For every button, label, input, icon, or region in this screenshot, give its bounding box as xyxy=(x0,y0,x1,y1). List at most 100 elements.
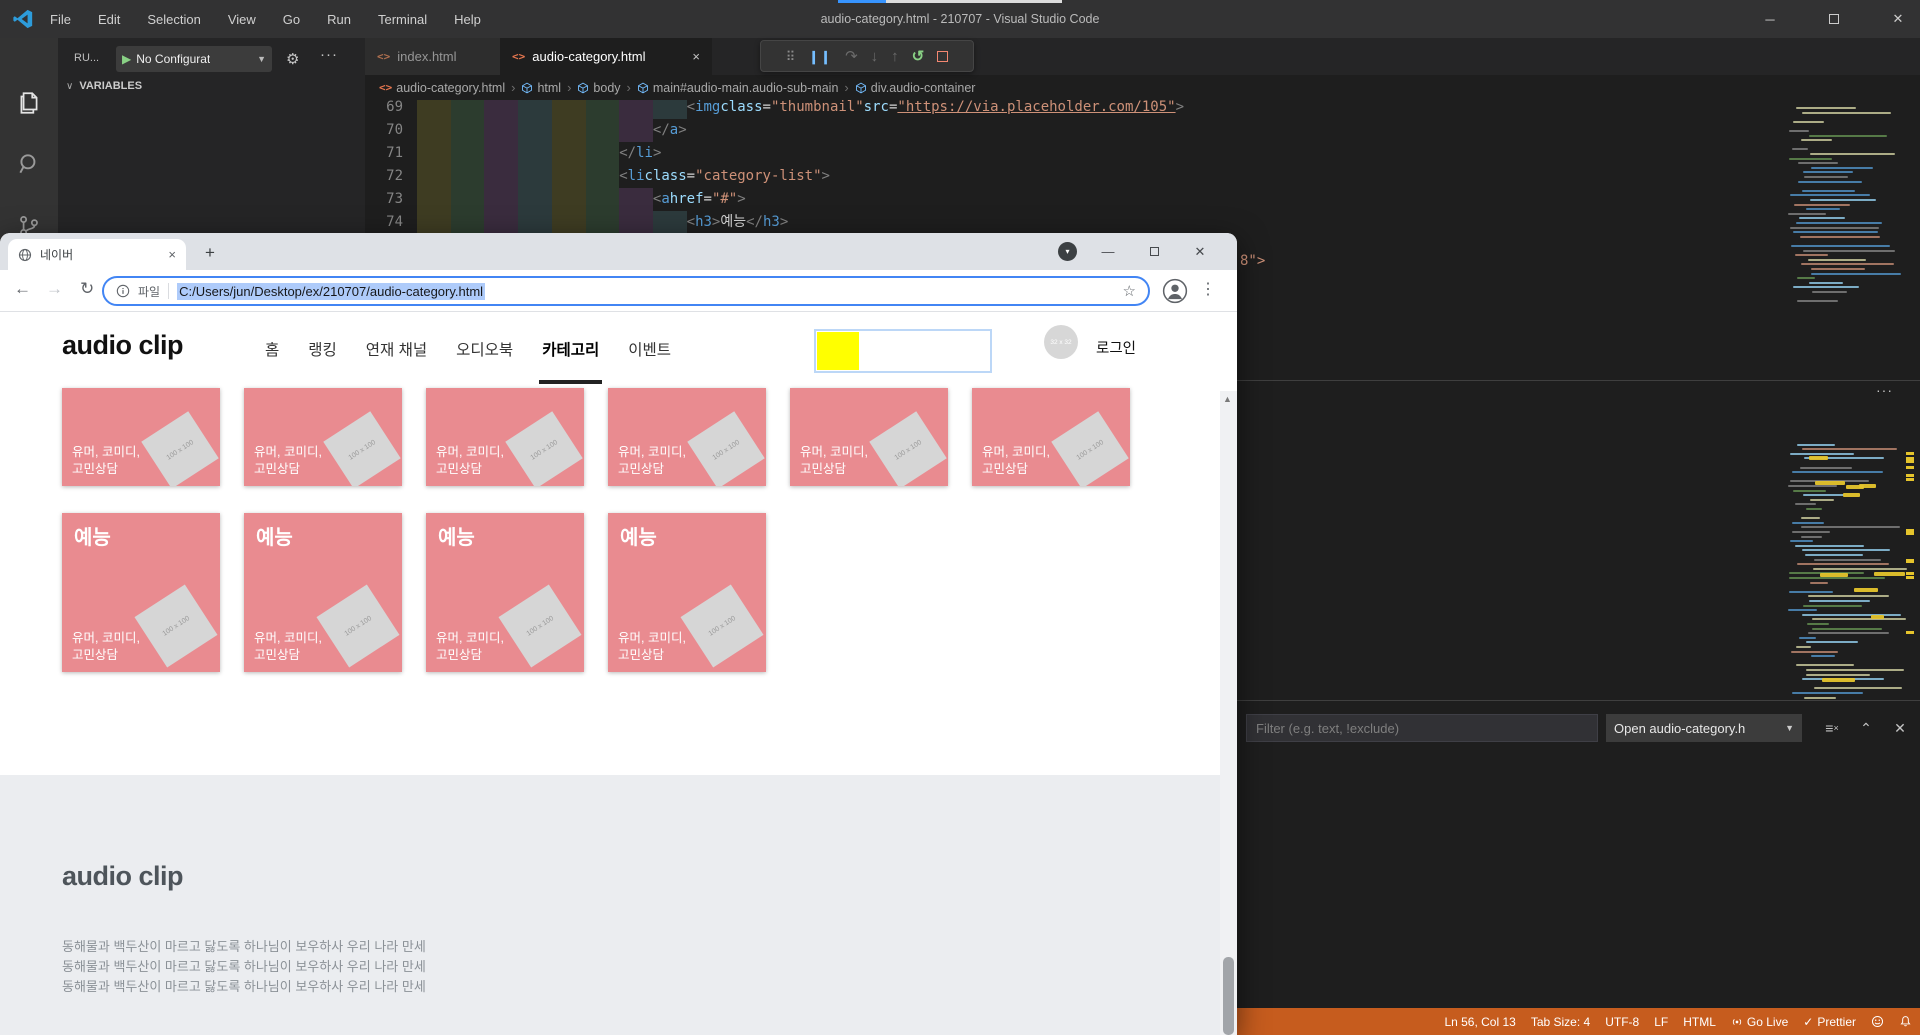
card-subtitle-line2: 고민상담 xyxy=(618,648,665,662)
info-icon[interactable] xyxy=(116,284,130,298)
browser-circle-button[interactable]: ▾ xyxy=(1058,242,1077,261)
reload-icon[interactable]: ↻ xyxy=(80,279,94,299)
nav-item-랭킹[interactable]: 랭킹 xyxy=(308,328,337,370)
step-out-icon[interactable]: ↑ xyxy=(891,49,899,64)
tab-close-icon[interactable]: × xyxy=(168,247,176,262)
category-card[interactable]: 유머, 코미디, 고민상담 100 x 100 xyxy=(790,388,948,486)
status-item[interactable]: LF xyxy=(1654,1015,1668,1029)
category-card[interactable]: 유머, 코미디, 고민상담 100 x 100 xyxy=(426,388,584,486)
browser-minimize-button[interactable]: — xyxy=(1088,233,1128,270)
category-card[interactable]: 유머, 코미디, 고민상담 100 x 100 xyxy=(608,388,766,486)
tab-close-icon[interactable]: × xyxy=(692,49,700,64)
breadcrumb-item[interactable]: main#audio-main.audio-sub-main xyxy=(637,81,838,95)
breadcrumb-file[interactable]: <> audio-category.html xyxy=(379,81,505,95)
code-line[interactable]: 73 < a href = "#" > xyxy=(365,188,1184,211)
login-link[interactable]: 로그인 xyxy=(1096,337,1136,358)
step-over-icon[interactable]: ↷ xyxy=(845,49,858,64)
status-item[interactable]: Tab Size: 4 xyxy=(1531,1015,1590,1029)
menu-terminal[interactable]: Terminal xyxy=(376,12,429,27)
menu-help[interactable]: Help xyxy=(452,12,483,27)
new-tab-button[interactable]: + xyxy=(198,241,222,265)
notifications-bell-icon[interactable] xyxy=(1899,1015,1912,1028)
menu-edit[interactable]: Edit xyxy=(96,12,122,27)
debug-session-dropdown[interactable]: Open audio-category.h ▼ xyxy=(1606,714,1802,742)
category-card[interactable]: 유머, 코미디, 고민상담 100 x 100 xyxy=(972,388,1130,486)
close-panel-icon[interactable]: ✕ xyxy=(1888,716,1912,740)
category-card[interactable]: 예능 유머, 코미디, 고민상담 100 x 100 xyxy=(244,513,402,672)
prettier-button[interactable]: ✓ Prettier xyxy=(1803,1015,1856,1029)
code-line[interactable]: 70 </a > xyxy=(365,119,1184,142)
avatar[interactable]: 32 x 32 xyxy=(1044,325,1078,359)
browser-tab[interactable]: 네이버 × xyxy=(8,239,186,270)
clear-console-icon[interactable]: ≡ × xyxy=(1820,716,1844,740)
code-line[interactable]: 69 < img class = "thumbnail" src = "https://vi… xyxy=(365,100,1184,119)
restart-icon[interactable]: ↺ xyxy=(912,49,925,64)
minimap-bottom[interactable] xyxy=(1786,436,1914,702)
nav-item-연재 채널[interactable]: 연재 채널 xyxy=(366,328,427,370)
menu-run[interactable]: Run xyxy=(325,12,353,27)
feedback-icon[interactable] xyxy=(1871,1015,1884,1028)
category-card[interactable]: 유머, 코미디, 고민상담 100 x 100 xyxy=(62,388,220,486)
maximize-panel-icon[interactable]: ⌃ xyxy=(1854,716,1878,740)
status-item[interactable]: Ln 56, Col 13 xyxy=(1444,1015,1515,1029)
address-bar[interactable]: 파일 C:/Users/jun/Desktop/ex/210707/audio-… xyxy=(102,276,1150,306)
vscode-close-button[interactable]: ✕ xyxy=(1876,0,1920,38)
breadcrumb-item[interactable]: div.audio-container xyxy=(855,81,975,95)
bookmark-star-icon[interactable]: ☆ xyxy=(1123,282,1136,300)
nav-item-오디오북[interactable]: 오디오북 xyxy=(456,328,513,370)
menu-selection[interactable]: Selection xyxy=(145,12,202,27)
run-config-dropdown[interactable]: ▶ No Configurat ▼ xyxy=(116,46,272,72)
category-card[interactable]: 예능 유머, 코미디, 고민상담 100 x 100 xyxy=(608,513,766,672)
step-into-icon[interactable]: ↓ xyxy=(871,49,879,64)
editor-tab-audio-category.html[interactable]: <> audio-category.html × xyxy=(500,38,712,75)
variables-section-header[interactable]: ∨ VARIABLES xyxy=(66,80,142,92)
profile-icon[interactable] xyxy=(1162,278,1188,304)
menu-file[interactable]: File xyxy=(48,12,73,27)
page-scrollbar[interactable]: ▲ xyxy=(1220,391,1237,1035)
explorer-icon[interactable] xyxy=(16,90,42,116)
omnibox-divider xyxy=(168,283,170,299)
scrollbar-thumb[interactable] xyxy=(1223,957,1234,1035)
code-line[interactable]: 74 < h3 > 예능 </h3 > xyxy=(365,211,1184,234)
url-text-selected[interactable]: C:/Users/jun/Desktop/ex/210707/audio-cat… xyxy=(177,282,486,300)
vscode-minimize-button[interactable]: ─ xyxy=(1748,0,1792,38)
minimap-top[interactable] xyxy=(1786,104,1914,306)
debug-console-filter-input[interactable] xyxy=(1246,714,1598,742)
back-icon[interactable]: ← xyxy=(14,279,31,299)
nav-item-홈[interactable]: 홈 xyxy=(265,328,279,370)
category-card[interactable]: 예능 유머, 코미디, 고민상담 100 x 100 xyxy=(62,513,220,672)
minimap-line xyxy=(1810,153,1895,155)
browser-maximize-button[interactable] xyxy=(1134,233,1174,270)
more-actions-icon[interactable]: ··· xyxy=(320,46,338,63)
start-debug-icon[interactable]: ▶ xyxy=(122,52,131,66)
nav-item-이벤트[interactable]: 이벤트 xyxy=(628,328,671,370)
category-card[interactable]: 예능 유머, 코미디, 고민상담 100 x 100 xyxy=(426,513,584,672)
search-box[interactable] xyxy=(814,329,992,373)
editor-tab-index.html[interactable]: <> index.html xyxy=(365,38,500,75)
gear-icon[interactable]: ⚙ xyxy=(286,50,299,68)
vscode-maximize-button[interactable] xyxy=(1812,0,1856,38)
status-item[interactable]: UTF-8 xyxy=(1605,1015,1639,1029)
url-scheme-chip[interactable]: 파일 xyxy=(138,283,160,300)
browser-menu-kebab-icon[interactable]: ⋮ xyxy=(1200,279,1216,299)
editor-group-actions-icon[interactable]: ··· xyxy=(1876,382,1893,398)
scroll-up-arrow-icon[interactable]: ▲ xyxy=(1223,394,1232,404)
minimap-line xyxy=(1792,471,1884,474)
site-logo[interactable]: audio clip xyxy=(62,330,184,361)
pause-icon[interactable]: ❙❙ xyxy=(808,50,832,63)
stop-icon[interactable] xyxy=(937,50,949,62)
search-icon[interactable] xyxy=(16,151,42,177)
forward-icon[interactable]: → xyxy=(46,279,63,299)
menu-view[interactable]: View xyxy=(226,12,258,27)
go-live-button[interactable]: Go Live xyxy=(1731,1015,1788,1029)
code-line[interactable]: 71 </li > xyxy=(365,142,1184,165)
menu-go[interactable]: Go xyxy=(281,12,302,27)
category-card[interactable]: 유머, 코미디, 고민상담 100 x 100 xyxy=(244,388,402,486)
nav-item-카테고리[interactable]: 카테고리 xyxy=(539,328,603,384)
drag-grip-icon[interactable]: ⠿ xyxy=(786,50,796,63)
browser-close-button[interactable]: ✕ xyxy=(1180,233,1220,270)
status-item[interactable]: HTML xyxy=(1683,1015,1716,1029)
breadcrumb-item[interactable]: body xyxy=(577,81,621,95)
code-line[interactable]: 72 < li class = "category-list" > xyxy=(365,165,1184,188)
breadcrumb-item[interactable]: html xyxy=(521,81,561,95)
